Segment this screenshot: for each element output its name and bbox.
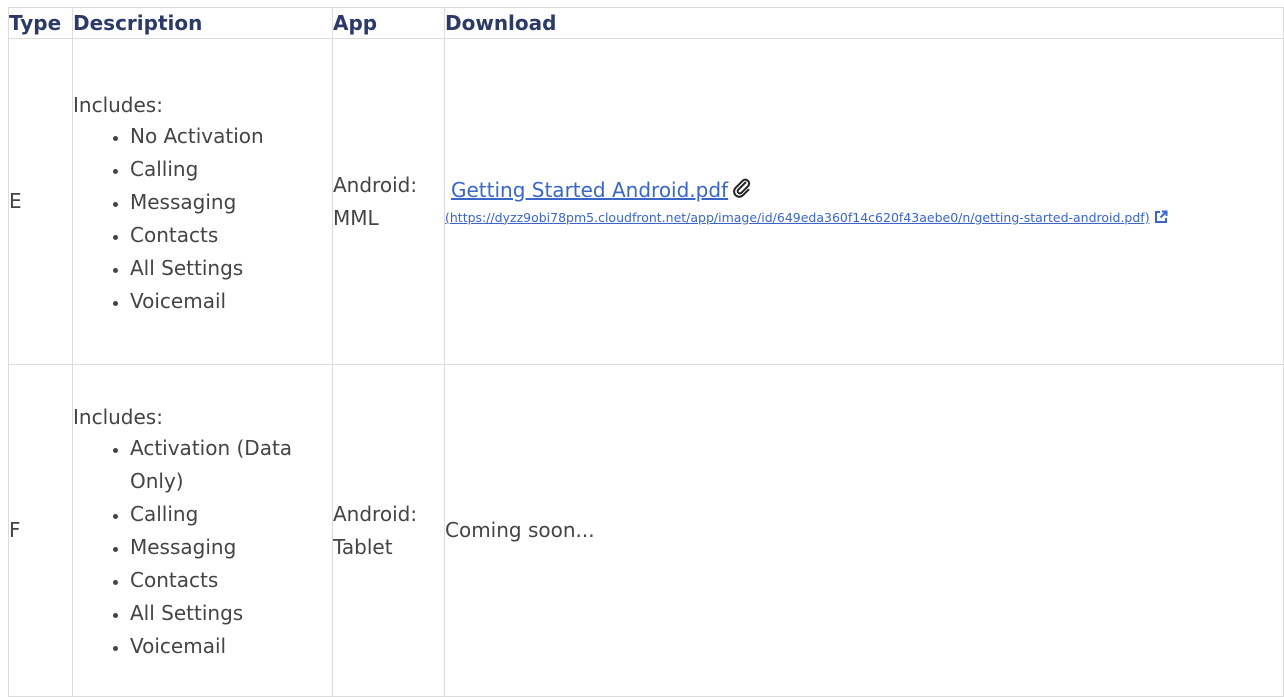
list-item: Voicemail: [129, 630, 332, 663]
table-header-row: Type Description App Download: [8, 7, 1284, 39]
description-cell: Includes: Activation (Data Only) Calling…: [72, 364, 333, 697]
list-item: Activation (Data Only): [129, 432, 332, 498]
paperclip-icon: [732, 175, 752, 208]
column-header-type: Type: [8, 7, 73, 39]
feature-list: No Activation Calling Messaging Contacts…: [73, 120, 332, 318]
list-item: No Activation: [129, 120, 332, 153]
list-item: Messaging: [129, 531, 332, 564]
type-cell: E: [8, 38, 73, 365]
app-variant: Tablet: [333, 534, 393, 559]
list-item: All Settings: [129, 597, 332, 630]
getting-started-pdf-link[interactable]: Getting Started Android.pdf: [451, 178, 728, 202]
app-variant: MML: [333, 205, 379, 230]
app-platform: Android:: [333, 172, 418, 197]
list-item: Messaging: [129, 186, 332, 219]
download-content: Getting Started Android.pdf (https://dyz…: [445, 174, 1283, 230]
table-row: F Includes: Activation (Data Only) Calli…: [8, 364, 1284, 697]
list-item: All Settings: [129, 252, 332, 285]
type-cell: F: [8, 364, 73, 697]
download-cell: Coming soon...: [444, 364, 1284, 697]
list-item: Contacts: [129, 564, 332, 597]
includes-label: Includes:: [73, 405, 163, 429]
column-header-description: Description: [72, 7, 333, 39]
list-item: Calling: [129, 153, 332, 186]
column-header-download: Download: [444, 7, 1284, 39]
list-item: Contacts: [129, 219, 332, 252]
download-cell: Getting Started Android.pdf (https://dyz…: [444, 38, 1284, 365]
column-header-app: App: [332, 7, 445, 39]
external-link-icon: [1154, 210, 1168, 230]
list-item: Calling: [129, 498, 332, 531]
app-platform: Android:: [333, 501, 418, 526]
pdf-url-link[interactable]: (https://dyzz9obi78pm5.cloudfront.net/ap…: [445, 208, 1283, 230]
table-row: E Includes: No Activation Calling Messag…: [8, 38, 1284, 365]
app-cell: Android: Tablet: [332, 364, 445, 697]
includes-label: Includes:: [73, 92, 163, 117]
feature-table: Type Description App Download E Includes…: [8, 7, 1284, 697]
app-cell: Android: MML: [332, 38, 445, 365]
pdf-url-text: (https://dyzz9obi78pm5.cloudfront.net/ap…: [445, 209, 1150, 225]
coming-soon-text: Coming soon...: [445, 518, 595, 542]
list-item: Voicemail: [129, 285, 332, 318]
description-cell: Includes: No Activation Calling Messagin…: [72, 38, 333, 365]
feature-list: Activation (Data Only) Calling Messaging…: [73, 432, 332, 663]
